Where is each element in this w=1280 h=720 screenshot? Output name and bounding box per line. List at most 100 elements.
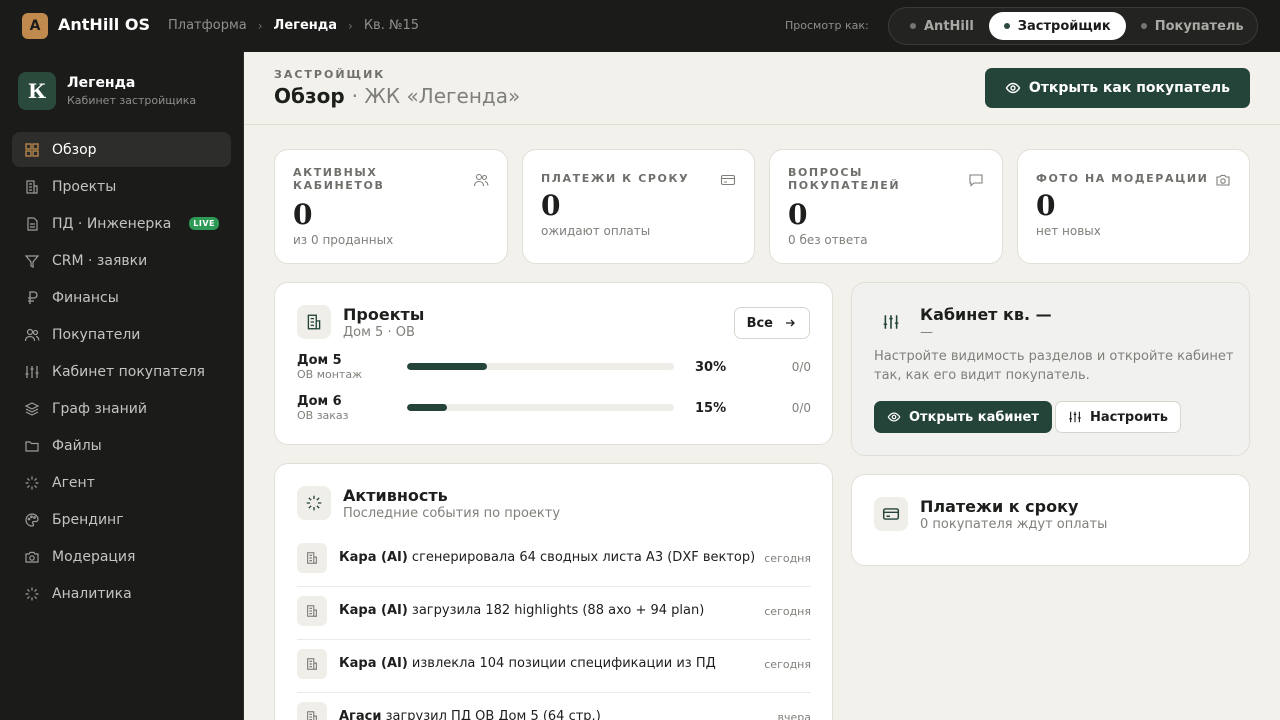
filter-icon [24, 254, 40, 268]
activity-time: сегодня [764, 658, 811, 671]
page-title: Обзор · ЖК «Легенда» [274, 84, 520, 108]
configure-cabinet-button[interactable]: Настроить [1055, 401, 1181, 433]
project-name: Дом 6 [297, 394, 342, 409]
dot-icon [910, 23, 916, 29]
stat-subtitle: из 0 проданных [293, 233, 394, 247]
grid-icon [25, 142, 39, 157]
stat-value: 0 [788, 198, 808, 231]
live-badge: LIVE [189, 217, 219, 230]
sidebar-item-label: Файлы [52, 437, 102, 454]
sidebar-nav: Обзор Проекты ПД · Инженерка LIVE CRM · … [12, 132, 231, 613]
sidebar-item-engineering[interactable]: ПД · Инженерка LIVE [12, 206, 231, 241]
camera-icon [25, 551, 39, 563]
stat-subtitle: нет новых [1036, 224, 1101, 238]
app-logo[interactable]: A [22, 13, 48, 39]
view-as-developer[interactable]: Застройщик [988, 12, 1126, 40]
sidebar-item-label: Покупатели [52, 326, 141, 343]
sidebar-item-label: Кабинет покупателя [52, 363, 205, 380]
view-as-buyer[interactable]: Покупатель [1126, 12, 1259, 40]
view-as-anthill[interactable]: AntHill [895, 12, 989, 40]
activity-text: Агаси загрузил ПД ОВ Дом 5 (64 стр.) [339, 709, 601, 720]
sidebar-item-label: Агент [52, 474, 95, 491]
view-as-switcher: AntHill Застройщик Покупатель [888, 7, 1258, 45]
project-progress-bar [407, 404, 674, 411]
activity-time: сегодня [764, 552, 811, 565]
sidebar-item-files[interactable]: Файлы [12, 428, 231, 463]
projects-icon-tile [297, 305, 331, 339]
project-name: Дом 5 [297, 353, 342, 368]
spark-icon [306, 495, 322, 511]
activity-description: загрузила 182 highlights (88 axo + 94 pl… [407, 603, 705, 618]
sidebar-item-label: Модерация [52, 548, 136, 565]
app-name[interactable]: AntHill OS [58, 15, 150, 34]
activity-text: Кара (AI) сгенерировала 64 сводных листа… [339, 550, 755, 565]
sidebar-item-overview[interactable]: Обзор [12, 132, 231, 167]
open-as-buyer-button[interactable]: Открыть как покупатель [984, 68, 1250, 108]
activity-row[interactable]: Агаси загрузил ПД ОВ Дом 5 (64 стр.) вче… [297, 693, 811, 720]
payments-subtitle: 0 покупателя ждут оплаты [920, 517, 1108, 532]
activity-title: Активность [343, 486, 448, 505]
building-icon [307, 605, 317, 617]
project-progress-label: 30% [695, 360, 727, 375]
sidebar-item-label: Финансы [52, 289, 119, 306]
activity-icon-tile [297, 543, 327, 573]
activity-description: загрузил ПД ОВ Дом 5 (64 стр.) [381, 709, 601, 720]
activity-row[interactable]: Кара (AI) извлекла 104 позиции специфика… [297, 640, 811, 693]
activity-icon-tile [297, 649, 327, 679]
project-progress-fill [407, 404, 448, 411]
sidebar-item-moderation[interactable]: Модерация [12, 539, 231, 574]
org-header[interactable]: К Легенда Кабинет застройщика [18, 72, 196, 110]
eye-icon [887, 412, 901, 422]
activity-icon-tile [297, 486, 331, 520]
stat-value: 0 [1036, 189, 1056, 222]
sidebar-item-agent[interactable]: Агент [12, 465, 231, 500]
project-row[interactable]: Дом 5 ОВ монтаж 30% 0/0 [297, 353, 811, 383]
page-eyebrow: ЗАСТРОЙЩИК [274, 68, 386, 81]
building-icon [307, 552, 317, 564]
sidebar-item-crm[interactable]: CRM · заявки [12, 243, 231, 278]
activity-row[interactable]: Кара (AI) сгенерировала 64 сводных листа… [297, 534, 811, 587]
open-as-buyer-label: Открыть как покупатель [1028, 80, 1230, 96]
sidebar-item-branding[interactable]: Брендинг [12, 502, 231, 537]
activity-time: сегодня [764, 605, 811, 618]
sidebar-item-finance[interactable]: Финансы [12, 280, 231, 315]
org-avatar: К [18, 72, 56, 110]
building-icon [307, 711, 317, 720]
cabinet-title: Кабинет кв. — [920, 305, 1052, 324]
org-name: Легенда [67, 75, 136, 91]
eye-icon [1005, 82, 1021, 94]
dot-icon [1003, 23, 1010, 29]
activity-row[interactable]: Кара (AI) загрузила 182 highlights (88 a… [297, 587, 811, 640]
sliders-icon [1069, 411, 1081, 423]
project-stage: ОВ заказ [297, 409, 349, 422]
cabinet-description: Настройте видимость разделов и откройте … [874, 349, 1234, 383]
chevron-right-icon: › [348, 18, 353, 33]
payments-title: Платежи к сроку [920, 497, 1079, 516]
building-icon [307, 658, 317, 670]
payments-card[interactable]: Платежи к сроку 0 покупателя ждут оплаты [851, 474, 1250, 566]
project-row[interactable]: Дом 6 ОВ заказ 15% 0/0 [297, 394, 811, 424]
sidebar: К Легенда Кабинет застройщика Обзор Прое… [0, 52, 244, 720]
view-as-buyer-label: Покупатель [1154, 18, 1244, 34]
sidebar-item-buyers[interactable]: Покупатели [12, 317, 231, 352]
projects-all-button[interactable]: Все [733, 307, 810, 339]
sidebar-item-buyer-cabinet[interactable]: Кабинет покупателя [12, 354, 231, 389]
project-stage: ОВ монтаж [297, 368, 362, 381]
sidebar-item-analytics[interactable]: Аналитика [12, 576, 231, 611]
stat-value: 0 [541, 189, 561, 222]
breadcrumb-legend[interactable]: Легенда [274, 18, 337, 33]
open-cabinet-button[interactable]: Открыть кабинет [874, 401, 1052, 433]
view-as-label: Просмотр как: [785, 19, 869, 32]
users-icon [473, 173, 489, 187]
breadcrumb-apartment[interactable]: Кв. №15 [364, 18, 419, 33]
stat-photo-moderation: ФОТО НА МОДЕРАЦИИ 0 нет новых [1017, 149, 1250, 264]
sidebar-item-knowledge-graph[interactable]: Граф знаний [12, 391, 231, 426]
sidebar-item-label: CRM · заявки [52, 252, 148, 269]
configure-cabinet-label: Настроить [1090, 409, 1168, 425]
cabinet-icon-tile [874, 305, 908, 339]
sidebar-item-projects[interactable]: Проекты [12, 169, 231, 204]
breadcrumb-platform[interactable]: Платформа [168, 18, 247, 33]
stat-label: ПЛАТЕЖИ К СРОКУ [541, 172, 690, 185]
breadcrumb: Платформа › Легенда › Кв. №15 [168, 18, 419, 33]
project-progress-bar [407, 363, 674, 370]
